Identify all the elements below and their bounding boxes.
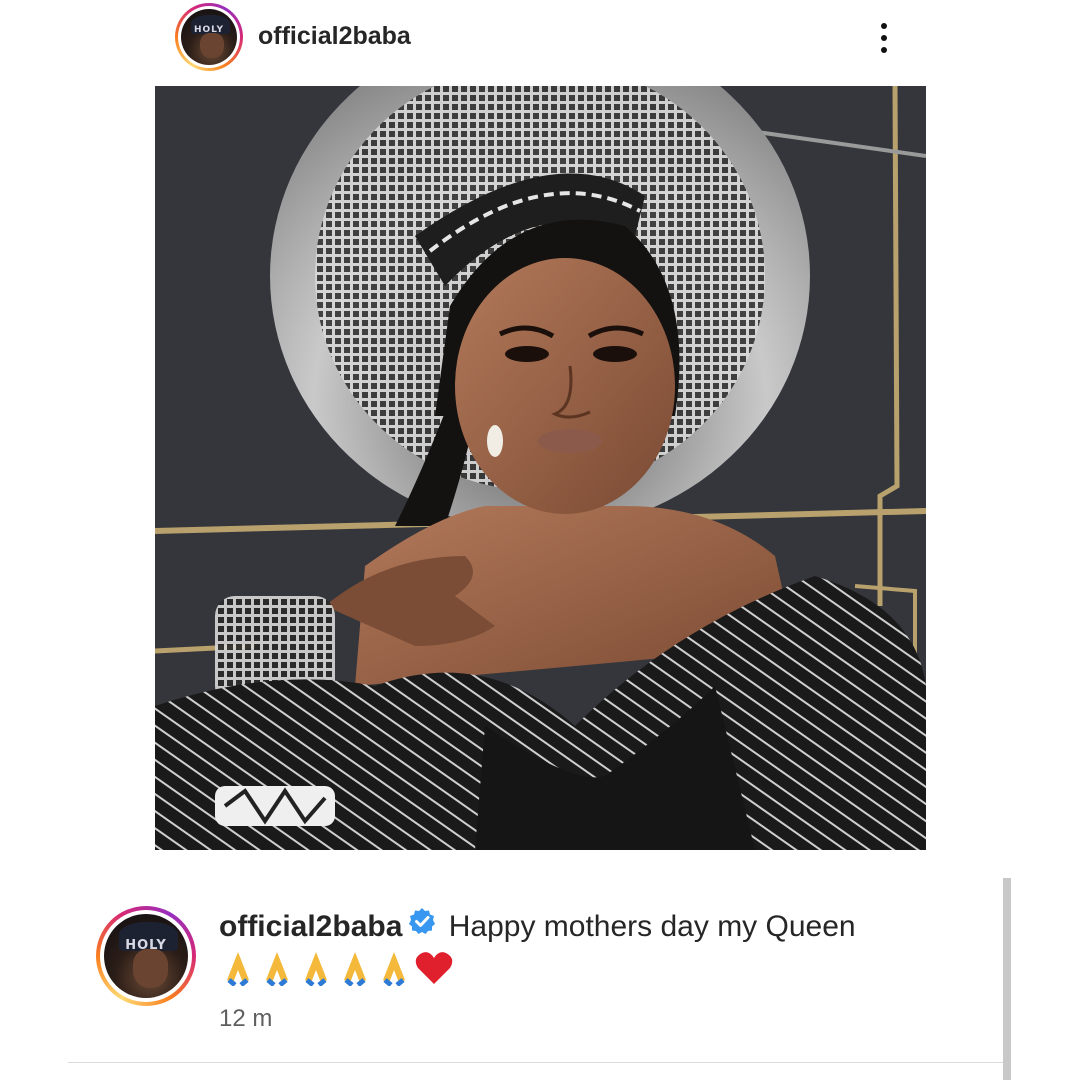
caption-username[interactable]: official2baba: [219, 910, 402, 943]
post-timestamp: 12 m: [219, 1005, 273, 1032]
scrollbar[interactable]: [1003, 878, 1011, 1080]
caption-text: Happy mothers day my Queen: [448, 910, 856, 943]
pray-emoji-icon: [344, 952, 366, 986]
divider: [68, 1062, 1003, 1063]
photo-illustration: [155, 86, 926, 850]
avatar-image: HOLY: [104, 914, 188, 998]
caption-avatar[interactable]: HOLY: [96, 906, 196, 1006]
verified-badge-icon: [408, 907, 436, 943]
post-username[interactable]: official2baba: [258, 22, 411, 51]
post-header: HOLY official2baba: [0, 0, 1080, 80]
heart-emoji-icon: [415, 952, 453, 984]
caption-emojis: 🙏: [219, 948, 454, 988]
more-vertical-icon[interactable]: [872, 20, 896, 56]
avatar-image: HOLY: [181, 9, 237, 65]
profile-avatar[interactable]: HOLY: [175, 3, 243, 71]
pray-emoji-icon: [383, 952, 405, 986]
pray-emoji-icon: [227, 952, 249, 986]
caption: official2baba Happy mothers day my Queen: [219, 907, 856, 946]
pray-emoji-icon: [305, 952, 327, 986]
pray-emoji-icon: [266, 952, 288, 986]
post-photo[interactable]: [155, 86, 926, 850]
